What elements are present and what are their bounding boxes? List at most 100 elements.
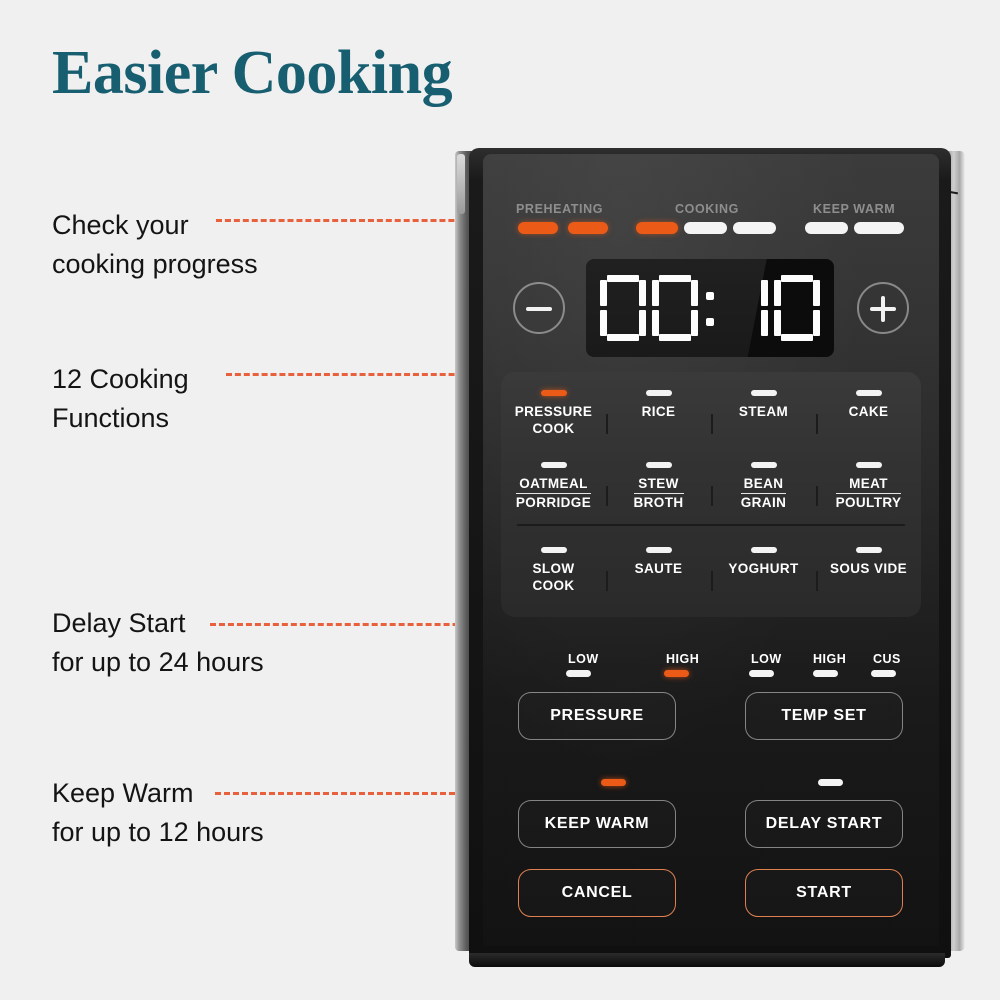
annotation-line-2: for up to 12 hours bbox=[52, 817, 264, 848]
temp-mode-led-high bbox=[813, 670, 838, 677]
keep-warm-led bbox=[601, 779, 626, 786]
function-button-slow-cook[interactable]: SLOW COOK bbox=[501, 547, 606, 595]
control-face: PREHEATING COOKING KEEP WARM PRESSURE CO… bbox=[483, 154, 939, 946]
function-separator bbox=[711, 486, 713, 506]
delay-start-led bbox=[818, 779, 843, 786]
annotation-cooking-progress: Check your cooking progress bbox=[52, 206, 258, 284]
cancel-button[interactable]: CANCEL bbox=[518, 869, 676, 917]
pressure-mode-led-low bbox=[566, 670, 591, 677]
cooking-functions-pad: PRESSURE COOK RICE STEAM CAKE OATMEAL PO… bbox=[501, 372, 921, 617]
annotation-cooking-functions: 12 Cooking Functions bbox=[52, 360, 189, 438]
progress-segment bbox=[733, 222, 776, 234]
display-digit-0 bbox=[600, 275, 646, 341]
annotation-line-1: 12 Cooking bbox=[52, 364, 189, 394]
progress-label-preheating: PREHEATING bbox=[516, 202, 604, 216]
progress-segment bbox=[636, 222, 678, 234]
function-led bbox=[750, 390, 777, 396]
function-label-line2: COOK bbox=[532, 421, 575, 437]
pressure-mode-led-high bbox=[664, 670, 689, 677]
function-separator bbox=[606, 414, 608, 434]
display-digit-3 bbox=[774, 275, 820, 341]
start-button[interactable]: START bbox=[745, 869, 903, 917]
annotation-line-2: for up to 24 hours bbox=[52, 647, 264, 678]
function-led bbox=[750, 462, 777, 468]
function-separator bbox=[816, 571, 818, 591]
function-label-line1: STEAM bbox=[738, 404, 789, 419]
function-led bbox=[855, 547, 882, 553]
function-label-line1: SLOW bbox=[532, 561, 575, 576]
minus-icon bbox=[526, 307, 552, 311]
function-led bbox=[540, 547, 567, 553]
temp-mode-label-low: LOW bbox=[751, 652, 782, 666]
progress-segment bbox=[684, 222, 727, 234]
progress-label-cooking: COOKING bbox=[675, 202, 739, 216]
progress-segment bbox=[568, 222, 608, 234]
function-button-rice[interactable]: RICE bbox=[606, 390, 711, 438]
annotation-keep-warm: Keep Warm for up to 12 hours bbox=[52, 774, 264, 852]
function-button-saute[interactable]: SAUTE bbox=[606, 547, 711, 595]
function-label-line1: PRESSURE bbox=[514, 404, 593, 419]
temp-mode-label-cus: CUS bbox=[873, 652, 901, 666]
progress-label-keep-warm: KEEP WARM bbox=[813, 202, 896, 216]
function-label-line1: CAKE bbox=[848, 404, 889, 419]
annotation-delay-start: Delay Start for up to 24 hours bbox=[52, 604, 264, 682]
progress-segment bbox=[805, 222, 848, 234]
display-colon bbox=[704, 275, 716, 341]
function-separator bbox=[711, 414, 713, 434]
function-label-line1: SAUTE bbox=[634, 561, 683, 576]
function-label-line1: SOUS VIDE bbox=[829, 561, 908, 576]
function-button-sous-vide[interactable]: SOUS VIDE bbox=[816, 547, 921, 595]
pressure-cooker-control-panel: PREHEATING COOKING KEEP WARM PRESSURE CO… bbox=[455, 148, 965, 967]
function-led bbox=[645, 547, 672, 553]
function-button-oatmeal-porridge[interactable]: OATMEAL PORRIDGE bbox=[501, 462, 606, 512]
function-label-line1: OATMEAL bbox=[515, 475, 592, 495]
keep-warm-button[interactable]: KEEP WARM bbox=[518, 800, 676, 848]
function-label-line1: MEAT bbox=[835, 475, 902, 495]
pressure-mode-label-low: LOW bbox=[568, 652, 599, 666]
function-led bbox=[645, 462, 672, 468]
function-separator bbox=[606, 571, 608, 591]
function-label-line2: COOK bbox=[532, 578, 575, 594]
pressure-mode-label-high: HIGH bbox=[666, 652, 700, 666]
function-label-line2: BROTH bbox=[633, 495, 684, 511]
temp-mode-led-cus bbox=[871, 670, 896, 677]
function-label-line2: PORRIDGE bbox=[515, 495, 592, 511]
function-label-line1: BEAN bbox=[740, 475, 787, 495]
function-button-meat-poultry[interactable]: MEAT POULTRY bbox=[816, 462, 921, 512]
function-label-line1: STEW bbox=[633, 475, 684, 495]
function-led bbox=[855, 462, 882, 468]
annotation-line-1: Keep Warm bbox=[52, 778, 194, 808]
annotation-line-1: Check your bbox=[52, 210, 189, 240]
function-label-line1: RICE bbox=[641, 404, 676, 419]
function-led bbox=[540, 390, 567, 396]
display-digit-1 bbox=[652, 275, 698, 341]
function-button-yoghurt[interactable]: YOGHURT bbox=[711, 547, 816, 595]
function-led bbox=[645, 390, 672, 396]
annotation-line-1: Delay Start bbox=[52, 608, 186, 638]
page-title: Easier Cooking bbox=[52, 39, 453, 107]
temp-mode-label-high: HIGH bbox=[813, 652, 847, 666]
function-button-stew-broth[interactable]: STEW BROTH bbox=[606, 462, 711, 512]
function-button-cake[interactable]: CAKE bbox=[816, 390, 921, 438]
decrease-time-button[interactable] bbox=[513, 282, 565, 334]
pressure-button[interactable]: PRESSURE bbox=[518, 692, 676, 740]
function-label-line2: POULTRY bbox=[835, 495, 902, 511]
function-button-steam[interactable]: STEAM bbox=[711, 390, 816, 438]
increase-time-button[interactable] bbox=[857, 282, 909, 334]
function-label-line1: YOGHURT bbox=[728, 561, 799, 576]
progress-labels: PREHEATING COOKING KEEP WARM bbox=[483, 202, 939, 218]
device-left-highlight bbox=[457, 154, 465, 214]
cooking-progress-bar bbox=[483, 220, 939, 236]
progress-segment bbox=[518, 222, 558, 234]
function-led bbox=[855, 390, 882, 396]
function-label-line2: GRAIN bbox=[740, 495, 787, 511]
delay-start-button[interactable]: DELAY START bbox=[745, 800, 903, 848]
function-separator bbox=[606, 486, 608, 506]
function-button-bean-grain[interactable]: BEAN GRAIN bbox=[711, 462, 816, 512]
function-button-pressure-cook[interactable]: PRESSURE COOK bbox=[501, 390, 606, 438]
function-separator bbox=[816, 486, 818, 506]
display-digit-2 bbox=[722, 275, 768, 341]
annotation-line-2: Functions bbox=[52, 403, 170, 434]
seven-segment-digits bbox=[586, 259, 834, 357]
temp-set-button[interactable]: TEMP SET bbox=[745, 692, 903, 740]
